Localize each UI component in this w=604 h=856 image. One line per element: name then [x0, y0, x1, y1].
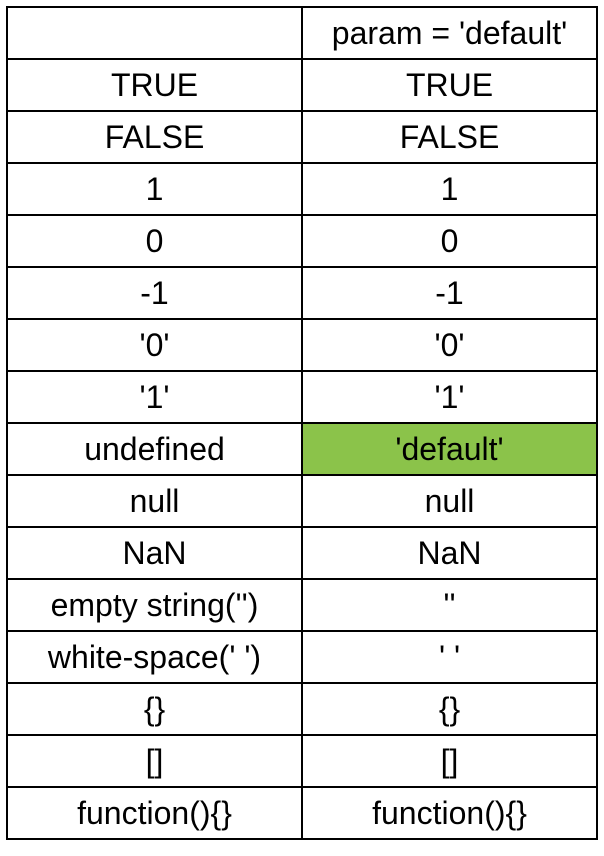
table-row: {}{} [7, 683, 597, 735]
cell-right: [] [302, 735, 597, 787]
cell-left: function(){} [7, 787, 302, 839]
cell-right: {} [302, 683, 597, 735]
table-row: 11 [7, 163, 597, 215]
table-row: undefined'default' [7, 423, 597, 475]
table-row: 00 [7, 215, 597, 267]
header-empty-cell [7, 7, 302, 59]
cell-right: TRUE [302, 59, 597, 111]
cell-right: -1 [302, 267, 597, 319]
table-row: '1''1' [7, 371, 597, 423]
cell-left: empty string('') [7, 579, 302, 631]
cell-left: white-space(' ') [7, 631, 302, 683]
cell-left: -1 [7, 267, 302, 319]
cell-left: '0' [7, 319, 302, 371]
cell-right: 'default' [302, 423, 597, 475]
table-header-row: param = 'default' [7, 7, 597, 59]
default-param-table: param = 'default' TRUETRUEFALSEFALSE1100… [6, 6, 598, 840]
cell-left: NaN [7, 527, 302, 579]
cell-left: '1' [7, 371, 302, 423]
table-body: param = 'default' TRUETRUEFALSEFALSE1100… [7, 7, 597, 839]
table-row: function(){}function(){} [7, 787, 597, 839]
cell-left: {} [7, 683, 302, 735]
cell-left: [] [7, 735, 302, 787]
cell-left: FALSE [7, 111, 302, 163]
table-row: NaNNaN [7, 527, 597, 579]
cell-left: 0 [7, 215, 302, 267]
table-row: FALSEFALSE [7, 111, 597, 163]
cell-left: null [7, 475, 302, 527]
table-row: nullnull [7, 475, 597, 527]
cell-right: ' ' [302, 631, 597, 683]
cell-right: '1' [302, 371, 597, 423]
cell-left: TRUE [7, 59, 302, 111]
table-row: white-space(' ')' ' [7, 631, 597, 683]
cell-right: 0 [302, 215, 597, 267]
table-row: '0''0' [7, 319, 597, 371]
cell-left: undefined [7, 423, 302, 475]
cell-right: function(){} [302, 787, 597, 839]
cell-right: '0' [302, 319, 597, 371]
cell-left: 1 [7, 163, 302, 215]
cell-right: NaN [302, 527, 597, 579]
table-row: -1-1 [7, 267, 597, 319]
table-row: [][] [7, 735, 597, 787]
cell-right: '' [302, 579, 597, 631]
header-right-cell: param = 'default' [302, 7, 597, 59]
cell-right: null [302, 475, 597, 527]
cell-right: 1 [302, 163, 597, 215]
table-row: empty string('')'' [7, 579, 597, 631]
cell-right: FALSE [302, 111, 597, 163]
table-row: TRUETRUE [7, 59, 597, 111]
